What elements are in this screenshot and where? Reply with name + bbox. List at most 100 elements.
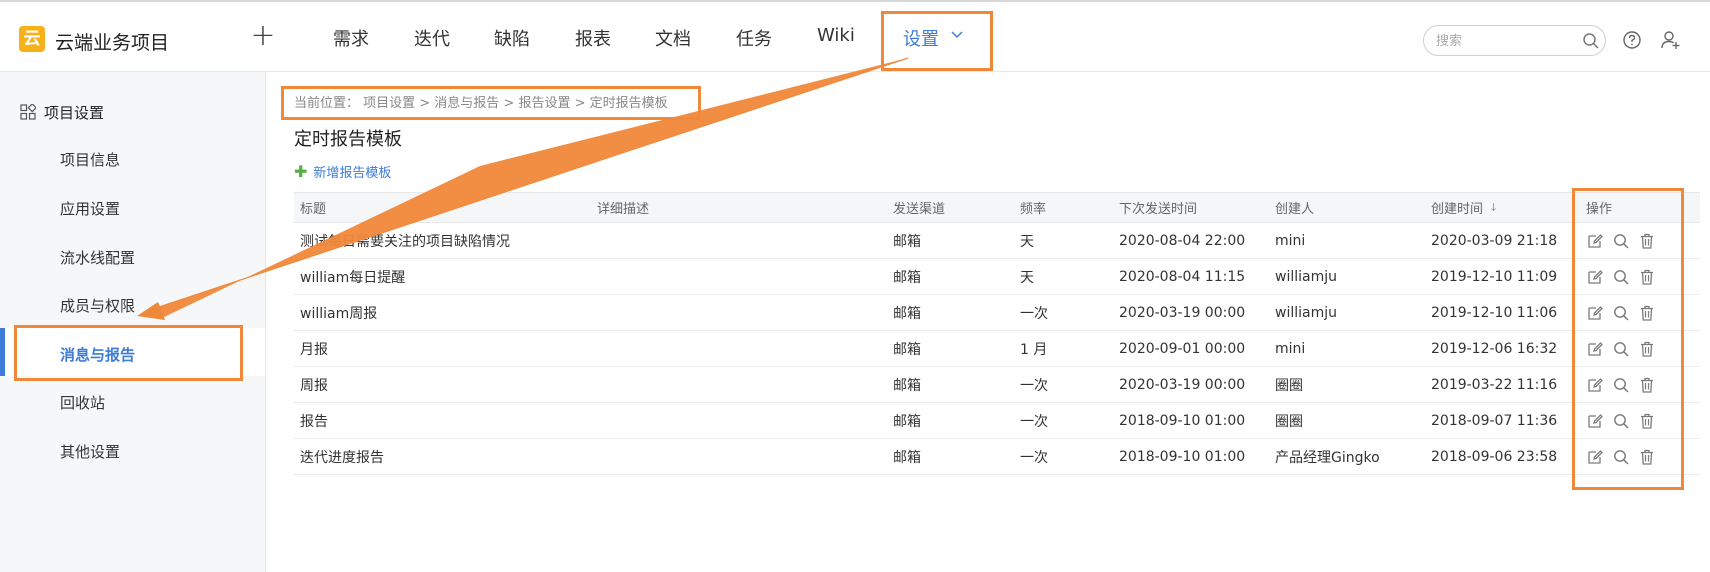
sidebar-item-pipeline[interactable]: 流水线配置 [60, 247, 135, 268]
edit-icon[interactable] [1586, 268, 1604, 286]
sidebar-item-members[interactable]: 成员与权限 [60, 295, 135, 316]
cell-creator: williamju [1275, 304, 1337, 321]
search-icon[interactable] [1612, 304, 1630, 322]
cell-creator: mini [1275, 232, 1306, 249]
edit-icon[interactable] [1586, 376, 1604, 394]
grid-icon [20, 104, 36, 120]
created-time-label: 创建时间 [1431, 202, 1484, 217]
cell-creator: 产品经理Gingko [1275, 449, 1380, 466]
delete-icon[interactable] [1638, 376, 1656, 394]
column-header-title: 标题 [300, 202, 327, 217]
delete-icon[interactable] [1638, 448, 1656, 466]
table-row[interactable]: 月报 邮箱 1 月 2020-09-01 00:00 mini 2019-12-06 16… [294, 331, 1700, 367]
cell-channel: 邮箱 [893, 341, 921, 358]
delete-icon[interactable] [1638, 232, 1656, 250]
cell-created-time: 2020-03-09 21:18 [1431, 232, 1558, 249]
cell-title: william每日提醒 [300, 269, 406, 286]
cell-next-send: 2018-09-10 01:00 [1119, 448, 1246, 465]
cell-actions [1586, 259, 1656, 294]
plus-icon: ✚ [294, 162, 308, 181]
search-box [1423, 25, 1606, 56]
sidebar-item-app-settings[interactable]: 应用设置 [60, 198, 120, 219]
edit-icon[interactable] [1586, 412, 1604, 430]
add-template-button[interactable]: ✚ 新增报告模板 [294, 162, 391, 181]
nav-tab-reports[interactable]: 报表 [575, 25, 611, 51]
cell-actions [1586, 223, 1656, 258]
sidebar-item-messages-reports[interactable]: 消息与报告 [60, 344, 135, 365]
delete-icon[interactable] [1638, 268, 1656, 286]
column-header-actions: 操作 [1586, 202, 1613, 217]
add-button[interactable]: + [248, 21, 278, 52]
table-row[interactable]: william周报 邮箱 一次 2020-03-19 00:00 williamju 20… [294, 295, 1700, 331]
search-icon[interactable] [1612, 340, 1630, 358]
cell-actions [1586, 367, 1656, 402]
cell-next-send: 2018-09-10 01:00 [1119, 412, 1246, 429]
search-icon[interactable] [1612, 232, 1630, 250]
nav-tab-documents[interactable]: 文档 [655, 25, 691, 51]
column-header-created-time[interactable]: 创建时间 ↓ [1431, 193, 1498, 222]
nav-tab-requirements[interactable]: 需求 [333, 25, 369, 51]
cell-created-time: 2019-12-06 16:32 [1431, 340, 1558, 357]
delete-icon[interactable] [1638, 412, 1656, 430]
chevron-down-icon[interactable] [950, 28, 964, 42]
column-header-creator: 创建人 [1275, 202, 1315, 217]
cell-creator: mini [1275, 340, 1306, 357]
nav-tab-tasks[interactable]: 任务 [736, 25, 772, 51]
edit-icon[interactable] [1586, 340, 1604, 358]
cell-created-time: 2019-03-22 11:16 [1431, 376, 1558, 393]
cell-title: 报告 [300, 413, 328, 430]
cell-created-time: 2019-12-10 11:06 [1431, 304, 1558, 321]
search-icon[interactable] [1612, 448, 1630, 466]
table-row[interactable]: 迭代进度报告 邮箱 一次 2018-09-10 01:00 产品经理Gingko 2018… [294, 439, 1700, 475]
nav-tab-defects[interactable]: 缺陷 [494, 25, 530, 51]
search-icon[interactable] [1612, 376, 1630, 394]
top-bar: 云 云端业务项目 + 需求 迭代 缺陷 报表 文档 任务 Wiki 设置 [0, 0, 1710, 72]
sidebar-item-project-info[interactable]: 项目信息 [60, 149, 120, 170]
cell-next-send: 2020-03-19 00:00 [1119, 376, 1246, 393]
cell-actions [1586, 439, 1656, 474]
table-row[interactable]: 测试每日需要关注的项目缺陷情况 邮箱 天 2020-08-04 22:00 mini 20… [294, 223, 1700, 259]
sidebar: 项目设置 项目信息 应用设置 流水线配置 成员与权限 消息与报告 回收站 其他设… [0, 72, 266, 572]
cell-title: 迭代进度报告 [300, 449, 384, 466]
sort-desc-icon[interactable]: ↓ [1489, 201, 1498, 214]
project-title[interactable]: 云端业务项目 [55, 28, 169, 55]
cell-creator: 圈圈 [1275, 377, 1303, 394]
table-body: 测试每日需要关注的项目缺陷情况 邮箱天 2020-08-04 22:00 mini 20… [294, 223, 1700, 475]
edit-icon[interactable] [1586, 232, 1604, 250]
cell-creator: williamju [1275, 268, 1337, 285]
table-row[interactable]: william每日提醒 邮箱 天 2020-08-04 11:15 williamju 2… [294, 259, 1700, 295]
search-icon[interactable] [1582, 32, 1600, 50]
user-add-icon[interactable] [1659, 29, 1681, 51]
edit-icon[interactable] [1586, 304, 1604, 322]
page-title: 定时报告模板 [294, 129, 402, 150]
search-input[interactable] [1436, 31, 1576, 51]
cell-channel: 邮箱 [893, 413, 921, 430]
table-row[interactable]: 周报 邮箱 一次 2020-03-19 00:00 圈圈 2019-03-22 11:16 [294, 367, 1700, 403]
nav-tab-wiki[interactable]: Wiki [817, 25, 855, 46]
breadcrumb[interactable]: 当前位置： 项目设置 > 消息与报告 > 报告设置 > 定时报告模板 [294, 92, 668, 111]
help-icon[interactable] [1622, 30, 1642, 50]
search-icon[interactable] [1612, 412, 1630, 430]
cell-frequency: 1 月 [1020, 341, 1048, 358]
cell-frequency: 天 [1020, 233, 1034, 250]
column-header-description: 详细描述 [597, 202, 650, 217]
table-row[interactable]: 报告 邮箱 一次 2018-09-10 01:00 圈圈 2018-09-07 11:36 [294, 403, 1700, 439]
cell-frequency: 一次 [1020, 305, 1048, 322]
column-header-channel: 发送渠道 [893, 202, 946, 217]
cell-next-send: 2020-08-04 11:15 [1119, 268, 1246, 285]
cell-frequency: 天 [1020, 269, 1034, 286]
cell-channel: 邮箱 [893, 377, 921, 394]
sidebar-item-recycle-bin[interactable]: 回收站 [60, 392, 105, 413]
column-header-frequency: 频率 [1020, 202, 1047, 217]
nav-tab-settings[interactable]: 设置 [903, 25, 939, 51]
column-header-next-send: 下次发送时间 [1119, 202, 1198, 217]
cell-creator: 圈圈 [1275, 413, 1303, 430]
search-icon[interactable] [1612, 268, 1630, 286]
delete-icon[interactable] [1638, 340, 1656, 358]
report-template-table: 标题 详细描述 发送渠道 频率 下次发送时间 创建人 创建时间 ↓ 操作 测试每日… [294, 192, 1700, 475]
edit-icon[interactable] [1586, 448, 1604, 466]
cell-actions [1586, 295, 1656, 330]
nav-tab-iterations[interactable]: 迭代 [414, 25, 450, 51]
delete-icon[interactable] [1638, 304, 1656, 322]
sidebar-item-other-settings[interactable]: 其他设置 [60, 441, 120, 462]
